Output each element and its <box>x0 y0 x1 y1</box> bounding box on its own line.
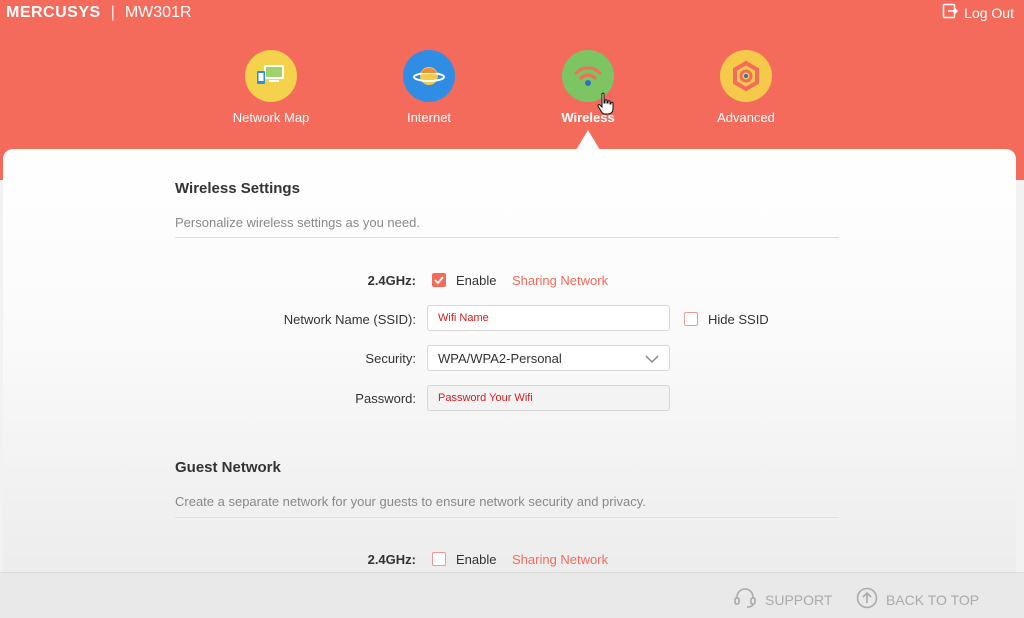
footer-bar: SUPPORT BACK TO TOP <box>0 572 1024 618</box>
nav-label-wireless: Wireless <box>561 110 615 125</box>
brand-separator: | <box>110 4 115 21</box>
globe-icon <box>403 50 455 102</box>
chevron-down-icon <box>645 352 659 367</box>
hand-cursor-icon <box>596 92 616 121</box>
nav-advanced[interactable]: Advanced <box>686 50 806 125</box>
wireless-settings-title: Wireless Settings <box>175 180 300 197</box>
support-label: SUPPORT <box>765 591 833 608</box>
ssid-label: Network Name (SSID): <box>283 312 416 327</box>
hide-ssid-checkbox[interactable] <box>684 312 698 326</box>
security-label: Security: <box>365 351 416 366</box>
logout-button[interactable]: Log Out <box>942 3 1014 22</box>
sharing-network-link[interactable]: Sharing Network <box>512 273 608 288</box>
guest-band-label-24ghz: 2.4GHz: <box>367 552 416 567</box>
nav-label-network-map: Network Map <box>232 110 310 125</box>
model-name: MW301R <box>124 4 192 21</box>
ssid-input[interactable] <box>427 305 670 331</box>
password-label: Password: <box>355 391 416 406</box>
guest-network-divider <box>175 517 839 518</box>
arrow-up-circle-icon <box>856 587 878 612</box>
headset-icon <box>733 587 757 612</box>
guest-enable-24ghz-label: Enable <box>456 552 497 567</box>
guest-network-description: Create a separate network for your guest… <box>175 494 646 509</box>
guest-enable-24ghz-checkbox[interactable] <box>432 552 446 566</box>
guest-network-title: Guest Network <box>175 459 281 476</box>
security-select[interactable]: WPA/WPA2-Personal <box>427 345 670 371</box>
back-to-top-button[interactable]: BACK TO TOP <box>856 587 979 612</box>
security-select-value: WPA/WPA2-Personal <box>438 351 562 366</box>
logout-icon <box>942 3 959 22</box>
enable-24ghz-checkbox[interactable] <box>432 273 446 287</box>
support-button[interactable]: SUPPORT <box>733 587 832 612</box>
brand-logo: MERCUSYS <box>6 4 101 21</box>
brand: MERCUSYS | MW301R <box>6 4 192 22</box>
nav-network-map[interactable]: Network Map <box>211 50 331 125</box>
hide-ssid-label: Hide SSID <box>708 312 769 327</box>
nav-label-internet: Internet <box>406 110 452 125</box>
back-to-top-label: BACK TO TOP <box>886 591 980 608</box>
nav-label-advanced: Advanced <box>717 110 775 125</box>
enable-24ghz-label: Enable <box>456 273 497 288</box>
logout-label: Log Out <box>964 4 1014 21</box>
checkmark-icon <box>434 276 444 284</box>
wireless-settings-divider <box>175 237 839 238</box>
network-map-icon <box>245 50 297 102</box>
gear-icon <box>720 50 772 102</box>
wireless-settings-description: Personalize wireless settings as you nee… <box>175 215 420 230</box>
active-tab-pointer <box>576 130 600 150</box>
password-input[interactable] <box>427 385 670 411</box>
settings-card: Wireless Settings Personalize wireless s… <box>3 149 1016 579</box>
guest-sharing-network-link[interactable]: Sharing Network <box>512 552 608 567</box>
nav-wireless[interactable]: Wireless <box>528 50 648 125</box>
band-label-24ghz: 2.4GHz: <box>367 273 416 288</box>
nav-internet[interactable]: Internet <box>369 50 489 125</box>
